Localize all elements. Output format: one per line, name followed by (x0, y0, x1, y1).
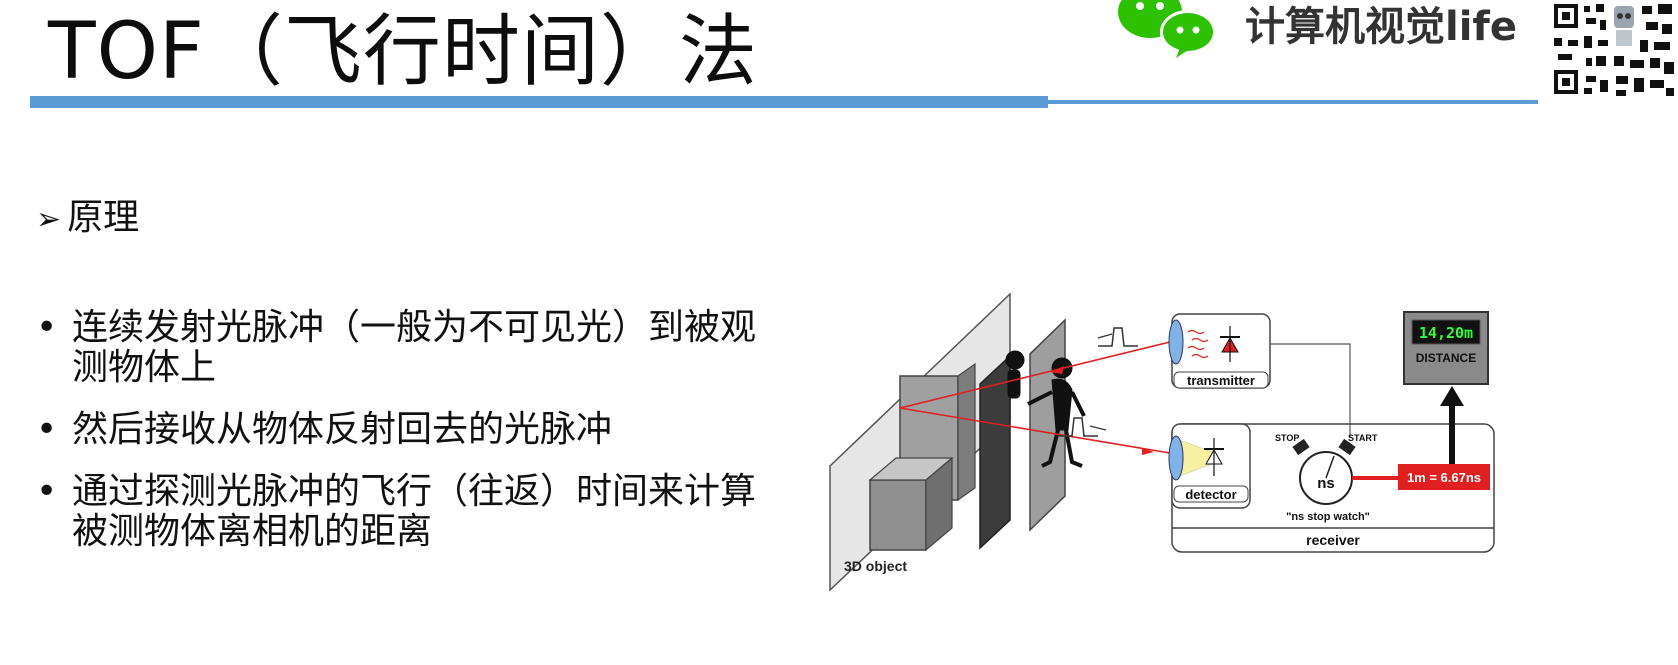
bullet-item: 通过探测光脉冲的飞行（往返）时间来计算被测物体离相机的距离 (36, 472, 756, 552)
brand-name: 计算机视觉life (1245, 4, 1517, 50)
title-underline (30, 96, 1048, 108)
distance-label: DISTANCE (1416, 351, 1476, 365)
watch-face-label: ns (1317, 475, 1335, 492)
object-label: 3D object (844, 558, 907, 574)
bullet-item: 然后接收从物体反射回去的光脉冲 (36, 410, 756, 451)
output-arrow-head (1440, 386, 1464, 406)
arrow-bullet-icon: ➢ (36, 202, 62, 237)
qr-code-icon (1550, 0, 1678, 100)
slide-title: TOF（飞行时间）法 (48, 7, 758, 97)
section-heading-text: 原理 (67, 197, 140, 238)
wechat-icon (1118, 0, 1216, 58)
transmitter-label: transmitter (1187, 373, 1255, 388)
outgoing-pulse-icon (1098, 327, 1138, 347)
outgoing-pulse-arrow-icon (1097, 333, 1113, 339)
stop-label: STOP (1275, 433, 1299, 443)
start-label: START (1348, 433, 1378, 443)
receiver-label: receiver (1306, 532, 1360, 548)
bullet-list: 连续发射光脉冲（一般为不可见光）到被观测物体上 然后接收从物体反射回去的光脉冲 … (36, 308, 756, 574)
watch-caption: "ns stop watch" (1286, 511, 1370, 523)
conversion-label: 1m = 6.67ns (1407, 470, 1481, 485)
bullet-item: 连续发射光脉冲（一般为不可见光）到被观测物体上 (36, 308, 756, 388)
transmitter-lens (1168, 319, 1184, 365)
detector-label: detector (1185, 487, 1236, 502)
brand-banner: 计算机视觉life (1110, 0, 1678, 110)
detector-lens (1168, 435, 1184, 481)
return-pulse-arrow-icon (1089, 425, 1107, 431)
tof-diagram: 3D object transmitter receiver detector (829, 292, 1495, 592)
short-box (869, 479, 927, 551)
tall-box-side (957, 362, 976, 502)
section-heading: ➢ 原理 (36, 188, 139, 240)
distance-value: 14,20m (1419, 324, 1473, 342)
